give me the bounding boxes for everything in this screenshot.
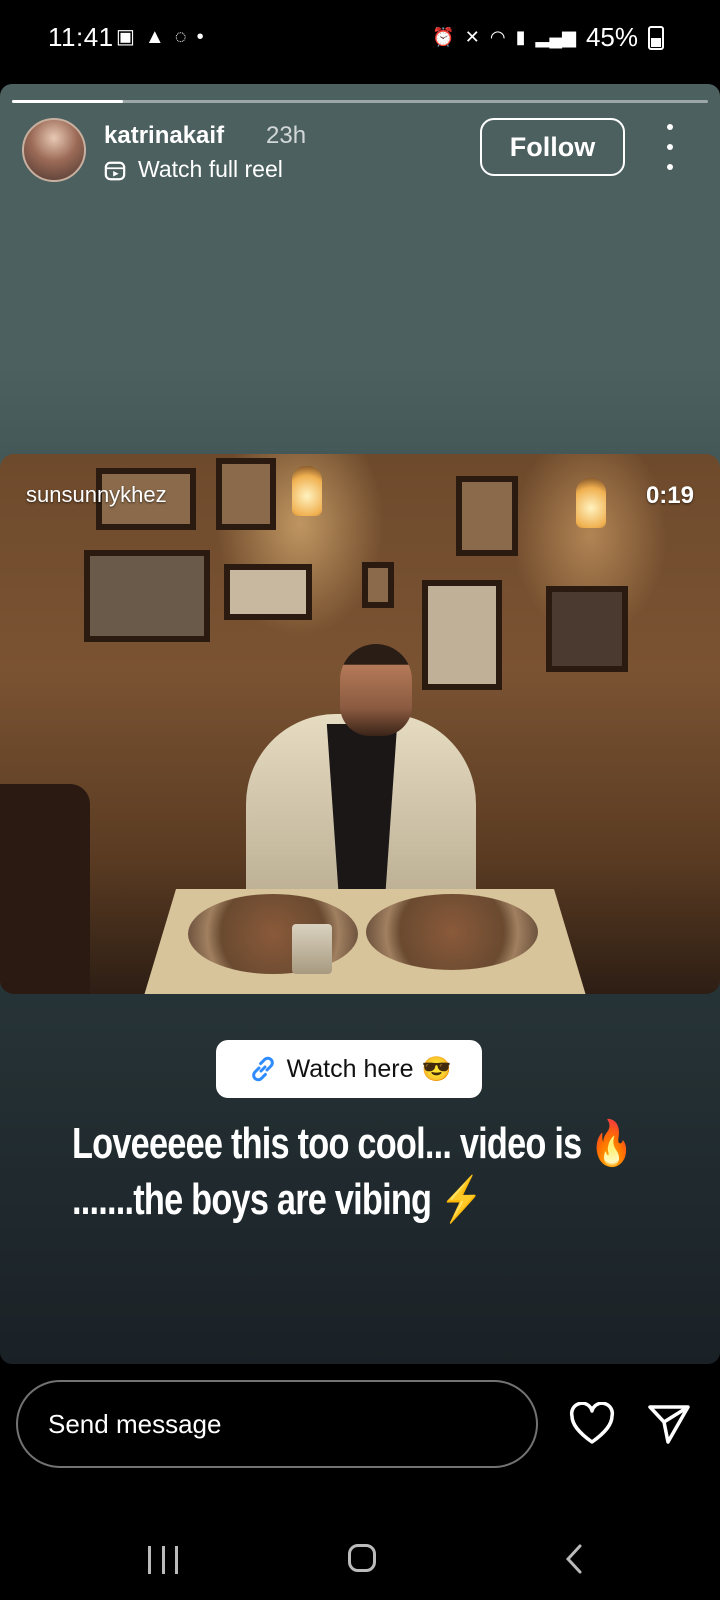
caption-line-1: Loveeeee this too cool... video is 🔥 (72, 1119, 633, 1168)
reels-icon (104, 161, 126, 181)
warning-icon: ▲ (144, 26, 165, 48)
system-nav-bar (0, 1536, 720, 1596)
battery-percent: 45% (585, 22, 638, 52)
more-options-icon[interactable] (660, 124, 680, 170)
watch-full-reel-link[interactable]: Watch full reel (138, 156, 283, 183)
story-username[interactable]: katrinakaif (104, 122, 224, 150)
video-duration: 0:19 (645, 482, 694, 509)
avatar[interactable] (22, 118, 86, 182)
story-progress-bar (12, 100, 708, 103)
back-icon[interactable] (560, 1542, 590, 1576)
story-progress-fill (12, 100, 124, 103)
story-time-ago: 23h (266, 122, 307, 149)
home-icon[interactable] (348, 1544, 376, 1572)
signal-icon: ▂▄▆ (535, 27, 576, 47)
food-plate (366, 894, 538, 970)
wall-frame (362, 562, 394, 608)
gallery-icon: ▣ (116, 26, 135, 48)
caption-line-2: .......the boys are vibing ⚡ (72, 1175, 483, 1224)
link-sticker[interactable]: Watch here 😎 (216, 1040, 482, 1098)
follow-button[interactable]: Follow (480, 118, 625, 176)
wall-frame (456, 476, 518, 556)
wall-frame (216, 458, 276, 530)
system-icons: ⏰ ✕ ◠ ▮ ▂▄▆ 45% (432, 22, 664, 53)
story-viewer[interactable]: katrinakaif 23h Watch full reel Follow s… (0, 84, 720, 1364)
status-bar: 11:41 ▣ ▲ ◌ • ⏰ ✕ ◠ ▮ ▂▄▆ 45% (0, 0, 720, 84)
story-header: katrinakaif 23h Watch full reel Follow (0, 118, 720, 198)
wall-frame (546, 586, 628, 672)
wall-frame (422, 580, 502, 690)
heart-icon[interactable] (568, 1402, 616, 1446)
alarm-icon: ⏰ (432, 27, 455, 47)
wifi-icon: ◠ (489, 27, 506, 47)
status-time: 11:41 (48, 22, 114, 52)
water-glass (292, 924, 332, 974)
person-head (340, 644, 412, 736)
link-sticker-label: Watch here (286, 1054, 414, 1083)
notification-icons: ▣ ▲ ◌ • (116, 26, 204, 48)
story-reply-bar (0, 1364, 720, 1600)
whatsapp-icon: ◌ (174, 26, 187, 48)
wall-frame (84, 550, 210, 642)
send-message-input[interactable] (16, 1380, 538, 1468)
wall-lamp (292, 466, 322, 516)
video-author[interactable]: sunsunnykhez (26, 482, 167, 508)
dot-icon: • (196, 26, 204, 48)
story-caption: Loveeeee this too cool... video is 🔥 ...… (72, 1116, 633, 1228)
send-icon[interactable] (646, 1402, 692, 1446)
food-plate (188, 894, 358, 974)
battery-icon (648, 25, 664, 50)
mute-icon: ✕ (464, 27, 480, 47)
volte-lte-icon: ▮ (515, 27, 526, 47)
wall-frame (224, 564, 312, 620)
recent-apps-icon[interactable] (148, 1546, 178, 1574)
reel-video[interactable]: sunsunnykhez 0:19 (0, 454, 720, 994)
link-icon (251, 1056, 274, 1082)
booth-shadow (0, 784, 90, 994)
sunglasses-emoji: 😎 (421, 1055, 452, 1083)
wall-lamp (576, 478, 606, 528)
